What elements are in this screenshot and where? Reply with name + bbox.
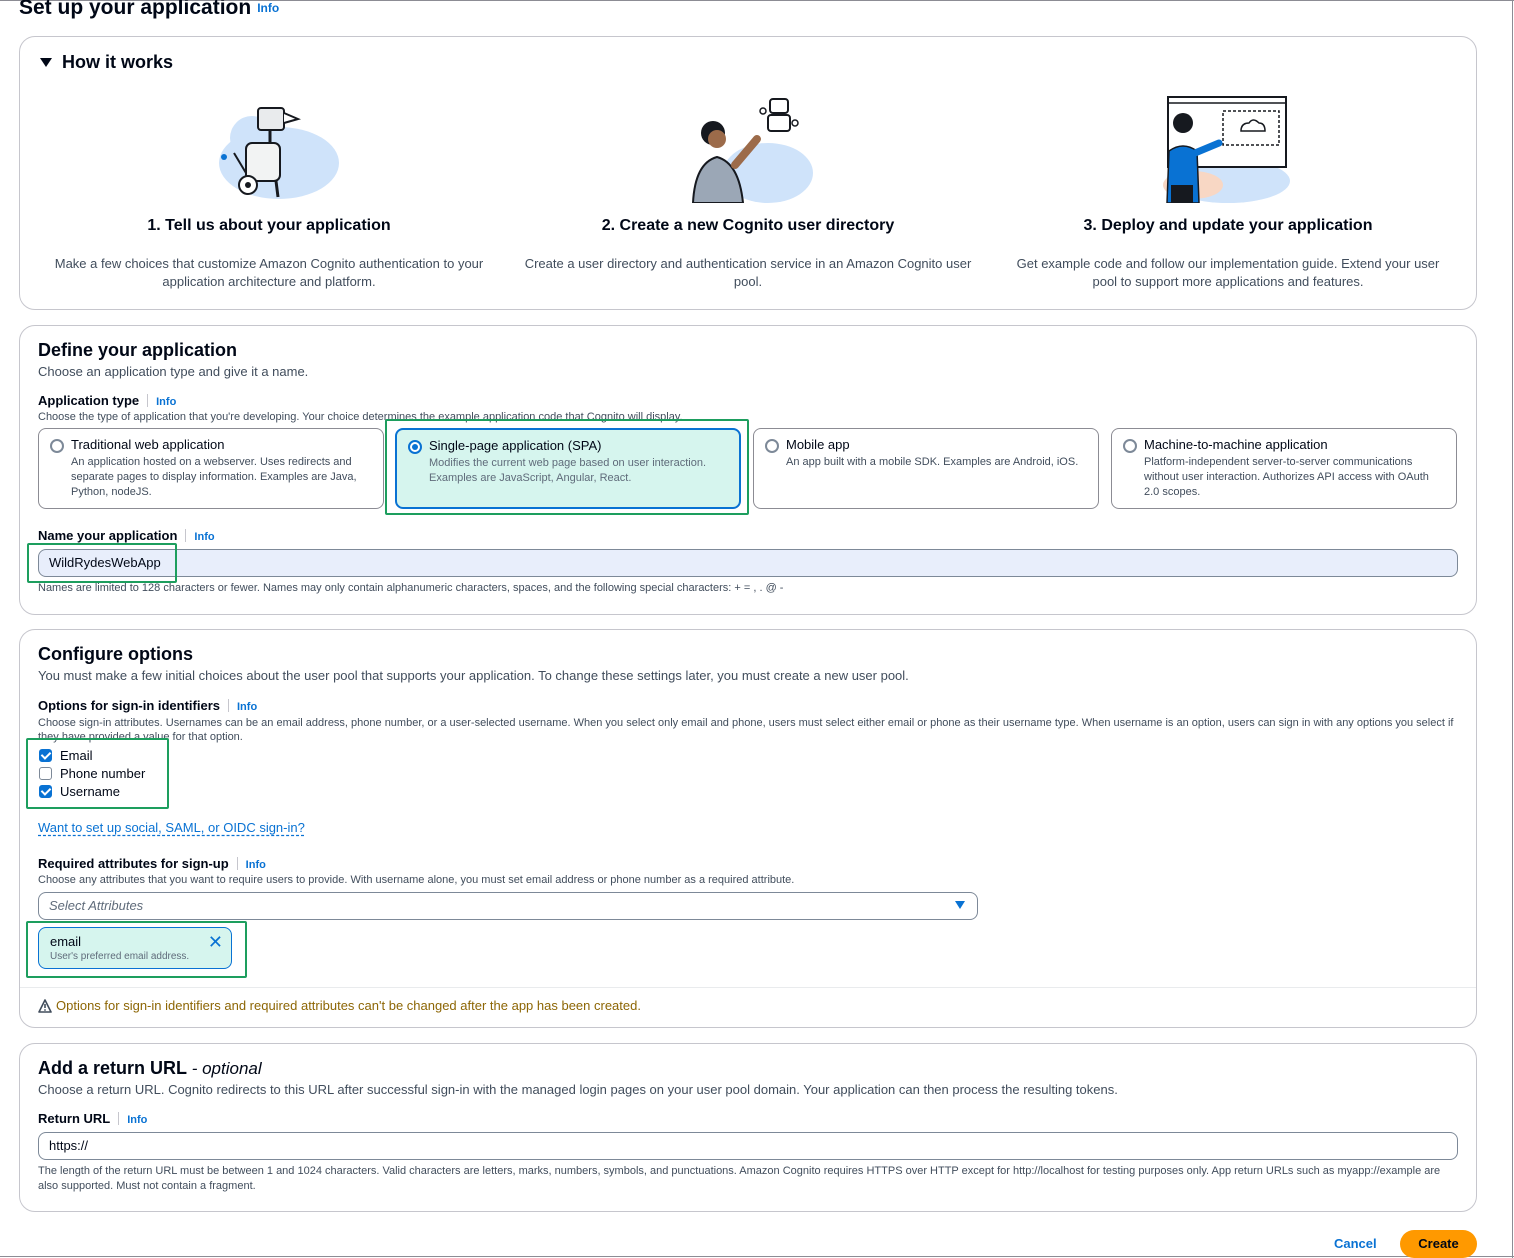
define-title: Define your application: [38, 340, 238, 360]
label-separator: [185, 529, 187, 542]
return-url-hint-line2: also supported. Must not contain a fragm…: [38, 1180, 256, 1192]
signin-identifiers-hint: Choose sign-in attributes. Usernames can…: [38, 717, 1454, 743]
type-mobile-app[interactable]: Mobile app An app built with a mobile SD…: [753, 428, 1099, 509]
person-waving-robot-illustration: [691, 98, 813, 203]
radio-button[interactable]: [50, 439, 64, 453]
define-desc: Choose an application type and give it a…: [38, 364, 309, 379]
select-attributes-dropdown[interactable]: Select Attributes: [38, 892, 978, 920]
caret-down-icon: [40, 58, 52, 67]
step-1-desc: Make a few choices that customize Amazon…: [54, 256, 484, 289]
checkbox-checked[interactable]: [39, 785, 52, 798]
type-desc: Modifies the current web page based on u…: [429, 457, 706, 484]
required-attributes-label: Required attributes for sign-up Info: [38, 856, 266, 871]
step-3-desc: Get example code and follow our implemen…: [1016, 256, 1440, 289]
radio-button-selected[interactable]: [408, 440, 422, 454]
app-name-label: Name your application Info: [38, 528, 215, 543]
type-title: Traditional web application: [71, 437, 225, 452]
type-single-page-app[interactable]: Single-page application (SPA) Modifies t…: [395, 428, 741, 509]
label-separator: [228, 699, 229, 712]
warning-icon: [38, 998, 52, 1013]
radio-button[interactable]: [765, 439, 779, 453]
checkbox-label: Email: [60, 748, 93, 763]
type-machine-to-machine[interactable]: Machine-to-machine application Platform-…: [1111, 428, 1457, 509]
label-separator: [236, 857, 238, 870]
label-separator: [118, 1112, 120, 1125]
bottom-border: [0, 1256, 1514, 1257]
return-url-panel: Add a return URL - optional Choose a ret…: [19, 1043, 1477, 1212]
step-2-title: 2. Create a new Cognito user directory: [601, 217, 895, 234]
checkbox-label: Username: [60, 784, 120, 799]
required-attributes-info-link[interactable]: Info: [246, 859, 266, 871]
return-url-title: Add a return URL - optional: [38, 1058, 262, 1079]
how-it-works-panel: How it works 1. Tell us about your appli…: [19, 36, 1477, 310]
signin-identifiers-label-text: Options for sign-in identifiers: [38, 698, 220, 713]
warning-text: Options for sign-in identifiers and requ…: [56, 998, 641, 1013]
checkbox-username[interactable]: Username: [39, 784, 120, 799]
type-title: Mobile app: [786, 437, 850, 452]
signin-identifiers-label: Options for sign-in identifiers Info: [38, 698, 257, 713]
required-attributes-hint: Choose any attributes that you want to r…: [38, 874, 795, 886]
optional-suffix: - optional: [191, 1059, 262, 1078]
return-url-hint-line1: The length of the return URL must be bet…: [38, 1165, 1441, 1177]
step-1-title: 1. Tell us about your application: [147, 217, 391, 234]
application-type-label-text: Application type: [38, 393, 140, 408]
checkbox-phone-number[interactable]: Phone number: [39, 766, 145, 781]
app-name-label-text: Name your application: [38, 528, 178, 543]
type-desc: An app built with a mobile SDK. Examples…: [786, 456, 1079, 468]
divider: [20, 987, 1476, 988]
checkbox-label: Phone number: [60, 766, 146, 781]
social-saml-oidc-link[interactable]: Want to set up social, SAML, or OIDC sig…: [38, 820, 305, 835]
configure-desc: You must make a few initial choices abou…: [38, 668, 909, 683]
application-type-hint: Choose the type of application that you'…: [38, 411, 683, 423]
attribute-token-email: email User's preferred email address. ✕: [38, 927, 232, 969]
robot-dog-illustration: [219, 107, 339, 199]
close-icon[interactable]: ✕: [208, 933, 223, 951]
application-type-info-link[interactable]: Info: [156, 396, 176, 408]
application-type-label: Application type Info: [38, 393, 176, 408]
token-desc: User's preferred email address.: [50, 951, 190, 962]
define-application-panel: Define your application Choose an applic…: [19, 325, 1477, 615]
type-title: Machine-to-machine application: [1144, 437, 1328, 452]
caret-down-icon: [955, 901, 965, 909]
return-url-info-link[interactable]: Info: [127, 1114, 147, 1126]
return-url-title-text: Add a return URL: [38, 1058, 187, 1078]
return-url-label-text: Return URL: [38, 1111, 111, 1126]
app-name-info-link[interactable]: Info: [194, 531, 214, 543]
return-url-input[interactable]: https://: [38, 1132, 1458, 1160]
right-border: [1512, 0, 1513, 1258]
configure-title: Configure options: [38, 644, 193, 664]
checkbox-email[interactable]: Email: [39, 748, 93, 763]
configure-options-panel: Configure options You must make a few in…: [19, 629, 1477, 1028]
create-button[interactable]: Create: [1400, 1230, 1477, 1258]
person-presenting-screen-illustration: [1163, 96, 1290, 203]
return-url-label: Return URL Info: [38, 1111, 147, 1126]
return-url-desc: Choose a return URL. Cognito redirects t…: [38, 1082, 1118, 1097]
app-name-input[interactable]: WildRydesWebApp: [38, 549, 1458, 577]
page-title: Set up your application Info: [19, 0, 279, 20]
app-name-hint: Names are limited to 128 characters or f…: [38, 582, 784, 594]
step-2-desc: Create a user directory and authenticati…: [524, 256, 972, 289]
select-placeholder: Select Attributes: [49, 898, 144, 913]
page-title-text: Set up your application: [19, 0, 252, 19]
type-title: Single-page application (SPA): [429, 438, 602, 453]
page-info-link[interactable]: Info: [257, 1, 279, 15]
how-it-works-heading: How it works: [62, 52, 174, 72]
label-separator: [147, 394, 149, 407]
type-desc: An application hosted on a webserver. Us…: [71, 456, 357, 498]
required-attributes-label-text: Required attributes for sign-up: [38, 856, 229, 871]
radio-button[interactable]: [1123, 439, 1137, 453]
type-traditional-web[interactable]: Traditional web application An applicati…: [38, 428, 384, 509]
cancel-button[interactable]: Cancel: [1334, 1236, 1377, 1251]
how-it-works-toggle[interactable]: How it works: [40, 52, 173, 73]
warning-message: Options for sign-in identifiers and requ…: [38, 998, 641, 1013]
checkbox-checked[interactable]: [39, 749, 52, 762]
signin-identifiers-info-link[interactable]: Info: [237, 701, 257, 713]
type-desc: Platform-independent server-to-server co…: [1144, 456, 1429, 498]
step-3-title: 3. Deploy and update your application: [1083, 217, 1373, 234]
token-name: email: [50, 934, 82, 949]
checkbox-unchecked[interactable]: [39, 767, 52, 780]
